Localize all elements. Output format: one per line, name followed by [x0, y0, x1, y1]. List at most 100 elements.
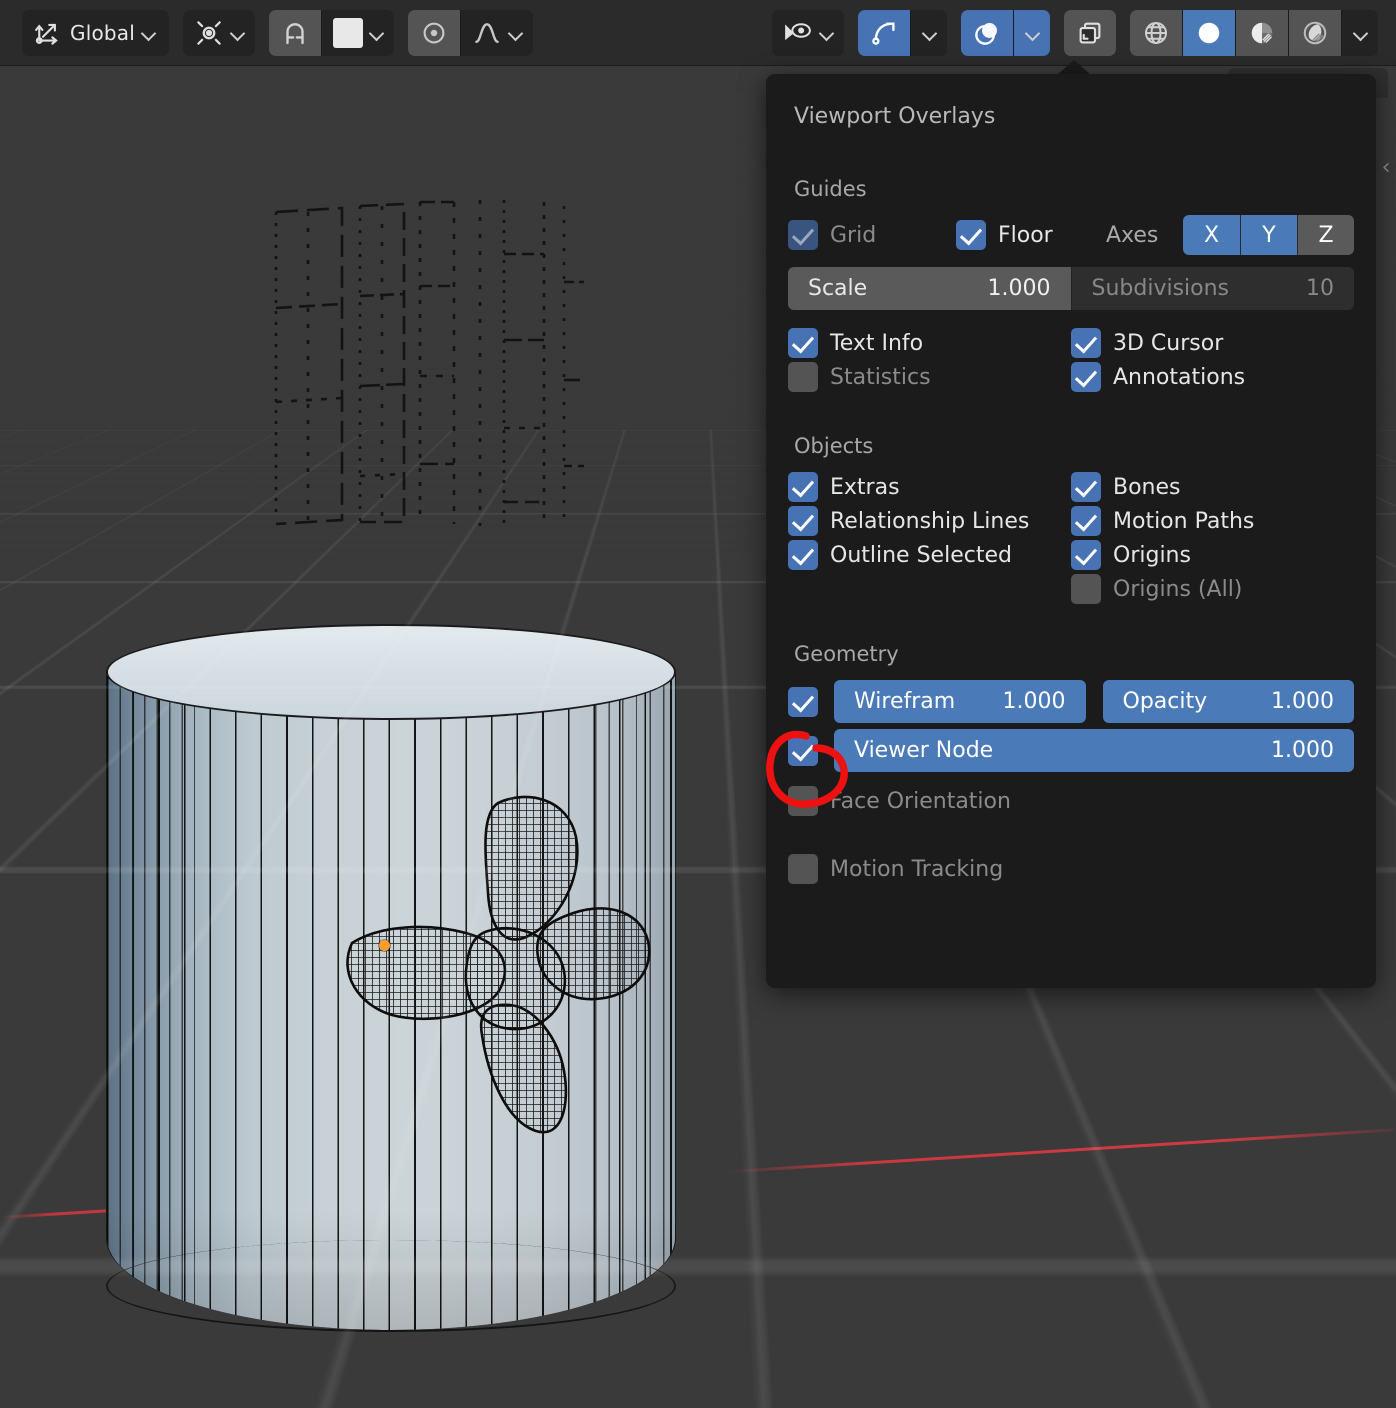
chevron-down-icon[interactable]	[231, 26, 244, 39]
rendered-sphere-icon	[1300, 18, 1330, 48]
solid-sphere-icon	[1194, 18, 1224, 48]
statistics-label: Statistics	[830, 364, 931, 390]
snap-target-button[interactable]	[322, 10, 394, 56]
annotations-checkbox[interactable]	[1071, 362, 1101, 392]
extras-checkbox-row[interactable]: Extras	[788, 472, 1071, 502]
origins-all-label: Origins (All)	[1113, 576, 1243, 602]
3d-cursor-checkbox[interactable]	[1071, 328, 1101, 358]
wireframe-opacity-row: Wirefram 1.000 Opacity 1.000	[788, 680, 1354, 723]
overlays-group[interactable]	[961, 9, 1050, 56]
text-info-checkbox-row[interactable]: Text Info	[788, 328, 1071, 358]
bones-label: Bones	[1113, 474, 1181, 500]
axes-z-button[interactable]: Z	[1297, 215, 1354, 255]
axes-toggle-group[interactable]: X Y Z	[1183, 215, 1354, 255]
proportional-editing-group[interactable]	[408, 9, 533, 56]
bones-checkbox[interactable]	[1071, 472, 1101, 502]
viewport-header-toolbar: Global	[0, 0, 1396, 66]
face-orientation-checkbox-row[interactable]: Face Orientation	[788, 786, 1071, 816]
chevron-down-icon[interactable]	[1354, 26, 1367, 39]
chevron-down-icon[interactable]	[1026, 26, 1039, 39]
snap-toggle-button[interactable]	[269, 9, 321, 56]
grid-subdivisions-slider[interactable]: Subdivisions 10	[1070, 267, 1354, 310]
section-heading-guides: Guides	[794, 177, 867, 201]
overlays-dropdown-button[interactable]	[1014, 9, 1050, 56]
origins-all-checkbox[interactable]	[1071, 574, 1101, 604]
wireframe-opacity-slider[interactable]: Opacity 1.000	[1102, 680, 1354, 723]
wireframe-value: 1.000	[1002, 689, 1066, 714]
material-preview-shading-button[interactable]	[1236, 9, 1288, 56]
motion-paths-checkbox[interactable]	[1071, 506, 1101, 536]
origins-checkbox-row[interactable]: Origins	[1071, 540, 1354, 570]
gizmos-group[interactable]	[858, 9, 947, 56]
motion-tracking-checkbox[interactable]	[788, 854, 818, 884]
visibility-group[interactable]	[772, 9, 844, 56]
blueprint-texture	[268, 190, 588, 560]
3d-cursor-checkbox-row[interactable]: 3D Cursor	[1071, 328, 1354, 358]
origins-checkbox[interactable]	[1071, 540, 1101, 570]
chevron-down-icon[interactable]	[142, 26, 155, 39]
outline-selected-checkbox-row[interactable]: Outline Selected	[788, 540, 1071, 570]
annotations-checkbox-row[interactable]: Annotations	[1071, 362, 1354, 392]
pivot-point-icon	[194, 18, 224, 48]
snapping-group[interactable]	[269, 9, 394, 56]
transform-orientation-button[interactable]: Global	[22, 10, 169, 56]
xray-group[interactable]	[1064, 9, 1116, 56]
chevron-down-icon[interactable]	[923, 26, 936, 39]
pivot-point-button[interactable]	[183, 10, 255, 56]
3d-cursor-label: 3D Cursor	[1113, 330, 1224, 356]
transform-axes-icon	[33, 18, 63, 48]
rendered-shading-button[interactable]	[1289, 9, 1341, 56]
grid-scale-subdivisions-row: Scale 1.000 Subdivisions 10	[788, 267, 1354, 310]
origins-all-checkbox-row[interactable]: Origins (All)	[1071, 574, 1354, 604]
proportional-edit-button[interactable]	[408, 9, 460, 56]
gizmos-toggle-button[interactable]	[858, 9, 910, 56]
chevron-down-icon[interactable]	[370, 26, 383, 39]
relationship-lines-checkbox[interactable]	[788, 506, 818, 536]
floor-checkbox-row[interactable]: Floor	[956, 220, 1106, 250]
face-orientation-checkbox[interactable]	[788, 786, 818, 816]
sidebar-toggle-icon[interactable]: ‹	[1378, 150, 1394, 184]
overlays-toggle-button[interactable]	[961, 9, 1013, 56]
chevron-down-icon[interactable]	[820, 26, 833, 39]
statistics-checkbox[interactable]	[788, 362, 818, 392]
solid-shading-button[interactable]	[1183, 9, 1235, 56]
motion-paths-checkbox-row[interactable]: Motion Paths	[1071, 506, 1354, 536]
grid-scale-value: 1.000	[987, 276, 1051, 301]
wireframe-slider[interactable]: Wirefram 1.000	[834, 680, 1086, 723]
statistics-checkbox-row[interactable]: Statistics	[788, 362, 1071, 392]
motion-tracking-checkbox-row[interactable]: Motion Tracking	[788, 854, 1071, 884]
viewer-node-value: 1.000	[1271, 738, 1334, 763]
viewer-node-slider[interactable]: Viewer Node 1.000	[834, 729, 1354, 772]
axes-x-button[interactable]: X	[1183, 215, 1240, 255]
bones-checkbox-row[interactable]: Bones	[1071, 472, 1354, 502]
wireframe-label: Wirefram	[854, 689, 956, 714]
outline-selected-checkbox[interactable]	[788, 540, 818, 570]
transform-orientation-group[interactable]: Global	[22, 9, 169, 56]
viewer-node-checkbox[interactable]	[788, 735, 818, 766]
axes-y-button[interactable]: Y	[1240, 215, 1297, 255]
grid-checkbox-row[interactable]: Grid	[788, 220, 956, 250]
chevron-down-icon[interactable]	[509, 26, 522, 39]
grid-scale-slider[interactable]: Scale 1.000	[788, 267, 1071, 310]
extras-checkbox[interactable]	[788, 472, 818, 502]
statistics-annotations-row: Statistics Annotations	[788, 362, 1354, 392]
relationship-lines-checkbox-row[interactable]: Relationship Lines	[788, 506, 1071, 536]
text-info-checkbox[interactable]	[788, 328, 818, 358]
blender-3d-viewport-window: Global ‹ Viewport Overlays Guides Grid F…	[0, 0, 1396, 1408]
extras-label: Extras	[830, 474, 900, 500]
pivot-point-group[interactable]	[183, 9, 255, 56]
wireframe-shading-button[interactable]	[1130, 9, 1182, 56]
viewer-node-row: Viewer Node 1.000	[788, 729, 1354, 772]
floor-label: Floor	[998, 222, 1053, 248]
origins-all-row: Origins (All)	[788, 574, 1354, 604]
gizmos-dropdown-button[interactable]	[911, 10, 947, 56]
floor-checkbox[interactable]	[956, 220, 986, 250]
outline-selected-label: Outline Selected	[830, 542, 1012, 568]
xray-toggle-button[interactable]	[1064, 9, 1116, 56]
shading-modes-group[interactable]	[1130, 9, 1378, 56]
grid-checkbox[interactable]	[788, 220, 818, 250]
shading-dropdown-button[interactable]	[1342, 10, 1378, 56]
falloff-button[interactable]	[461, 10, 533, 56]
object-visibility-button[interactable]	[772, 10, 844, 56]
wireframe-checkbox[interactable]	[788, 686, 818, 717]
